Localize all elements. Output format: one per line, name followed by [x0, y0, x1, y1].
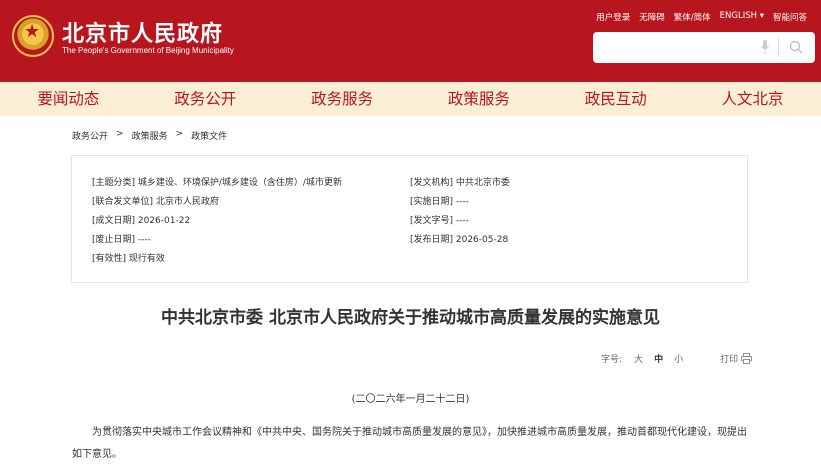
main-nav: 要闻动态 政务公开 政务服务 政策服务 政民互动 人文北京: [0, 82, 821, 116]
metadata-document-number: [发文字号] ----: [410, 216, 469, 226]
national-emblem-icon[interactable]: ★: [12, 15, 54, 57]
metadata-written-date: [成文日期] 2026-01-22: [92, 216, 191, 226]
login-link[interactable]: 用户登录: [596, 11, 630, 23]
nav-government-affairs[interactable]: 政务公开: [137, 82, 274, 116]
font-size-small-button[interactable]: 小: [674, 352, 683, 365]
metadata-effective-date: [实施日期] ----: [410, 197, 469, 207]
metadata-publish-date: [发布日期] 2026-05-28: [410, 235, 509, 245]
font-size-medium-button[interactable]: 中: [654, 352, 663, 365]
site-header: ★ 北京市人民政府 The People's Government of Bei…: [0, 0, 821, 82]
document-paragraph: 为贯彻落实中央城市工作会议精神和《中共中央、国务院关于推动城市高质量发展的意见》…: [72, 427, 747, 460]
reading-tools: 字号: 大 中 小 打印: [601, 352, 753, 365]
smart-qa-link[interactable]: 智能问答: [773, 11, 807, 23]
font-size-label: 字号:: [601, 355, 623, 365]
metadata-joint-issuer: [联合发文单位] 北京市人民政府: [92, 197, 219, 207]
metadata-left-column: [主题分类] 城乡建设、环境保护/城乡建设（含住房）/城市更新 [联合发文单位]…: [92, 174, 342, 269]
print-label: 打印: [720, 355, 739, 365]
breadcrumb-separator: >: [175, 129, 184, 139]
metadata-issuing-agency: [发文机构] 中共北京市委: [410, 178, 510, 188]
nav-news[interactable]: 要闻动态: [0, 82, 137, 116]
metadata-topic: [主题分类] 城乡建设、环境保护/城乡建设（含住房）/城市更新: [92, 178, 342, 188]
site-subtitle[interactable]: The People's Government of Beijing Munic…: [62, 46, 234, 55]
breadcrumb-item[interactable]: 政策服务: [132, 129, 168, 142]
printer-icon: [741, 353, 753, 364]
metadata-validity: [有效性] 现行有效: [92, 254, 165, 264]
site-title[interactable]: 北京市人民政府: [62, 16, 223, 48]
metadata-right-column: [发文机构] 中共北京市委 [实施日期] ---- [发文字号] ---- [发…: [410, 174, 510, 250]
breadcrumb: 政务公开 > 政策服务 > 政策文件: [72, 129, 227, 142]
metadata-abolish-date: [废止日期] ----: [92, 235, 151, 245]
breadcrumb-item[interactable]: 政务公开: [72, 129, 108, 142]
search-input[interactable]: [593, 32, 815, 63]
nav-interaction[interactable]: 政民互动: [547, 82, 684, 116]
traditional-simplified-link[interactable]: 繁体/简体: [674, 11, 711, 23]
document-title: 中共北京市委 北京市人民政府关于推动城市高质量发展的实施意见: [161, 308, 660, 328]
search-icon[interactable]: [789, 40, 803, 54]
print-button[interactable]: 打印: [720, 352, 753, 365]
nav-humanistic-beijing[interactable]: 人文北京: [684, 82, 821, 116]
nav-government-services[interactable]: 政务服务: [274, 82, 411, 116]
nav-policy-services[interactable]: 政策服务: [410, 82, 547, 116]
breadcrumb-item[interactable]: 政策文件: [191, 129, 227, 142]
english-link[interactable]: ENGLISH ▾: [720, 11, 764, 23]
microphone-icon[interactable]: [761, 40, 769, 54]
top-links: 用户登录 无障碍 繁体/简体 ENGLISH ▾ 智能问答: [596, 11, 807, 23]
breadcrumb-separator: >: [116, 129, 124, 139]
accessibility-link[interactable]: 无障碍: [639, 11, 665, 23]
search-divider: [778, 38, 779, 57]
font-size-large-button[interactable]: 大: [634, 352, 643, 365]
document-metadata-box: [主题分类] 城乡建设、环境保护/城乡建设（含住房）/城市更新 [联合发文单位]…: [71, 155, 748, 283]
document-date: (二〇二六年一月二十二日): [351, 394, 470, 405]
